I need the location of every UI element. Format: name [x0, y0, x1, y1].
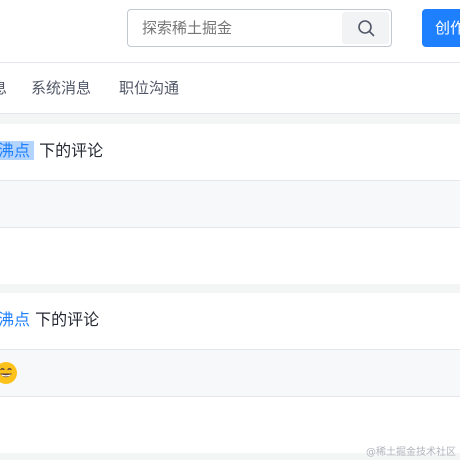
divider [0, 227, 460, 228]
card-title-suffix: 下的评论 [34, 141, 104, 160]
divider [0, 396, 460, 397]
top-header: 创作者中心 [0, 0, 460, 63]
message-tabs: 息 系统消息 职位沟通 [0, 63, 460, 114]
card-title: 沸点 下的评论 [0, 138, 103, 164]
comment-quote [0, 349, 460, 396]
comment-quote [0, 180, 460, 227]
search-icon [357, 20, 374, 37]
notification-card: 沸点 下的评论 [0, 293, 460, 453]
search-input[interactable] [142, 10, 332, 46]
grin-emoji-icon [0, 362, 17, 384]
notification-card: 沸点 下的评论 [0, 124, 460, 284]
tab-system-messages[interactable]: 系统消息 [31, 63, 91, 113]
card-title-suffix: 下的评论 [30, 310, 100, 329]
tab-partial[interactable]: 息 [0, 63, 7, 113]
tab-job-chat[interactable]: 职位沟通 [119, 63, 179, 113]
search-button[interactable] [342, 12, 389, 44]
watermark: @稀土掘金技术社区 [366, 447, 456, 458]
card-title: 沸点 下的评论 [0, 307, 99, 333]
pin-link[interactable]: 沸点 [0, 141, 35, 160]
search-box [127, 9, 392, 47]
pin-link[interactable]: 沸点 [0, 310, 30, 329]
creator-center-button[interactable]: 创作者中心 [422, 9, 460, 47]
